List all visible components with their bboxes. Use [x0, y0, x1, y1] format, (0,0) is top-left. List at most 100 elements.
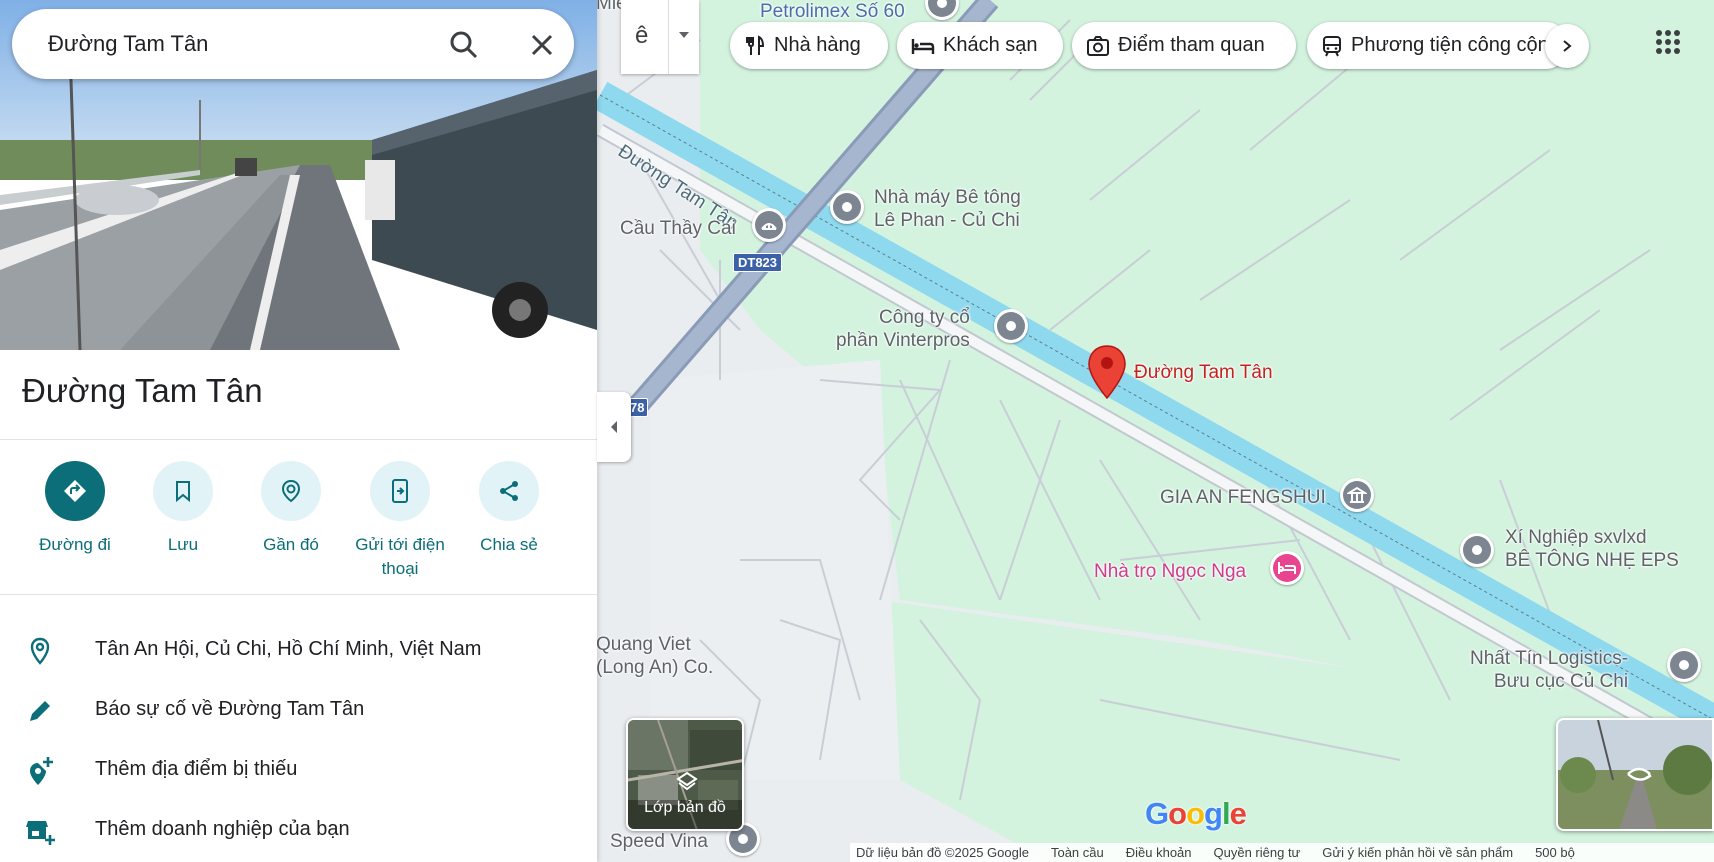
map-label-xi-nghiep[interactable]: Xí Nghiệp sxvlxd BÊ TÔNG NHẸ EPS [1505, 526, 1679, 572]
share-button[interactable] [479, 461, 539, 521]
footer-map-data: Dữ liệu bản đồ ©2025 Google [856, 845, 1029, 860]
info-add-missing-place-text: Thêm địa điểm bị thiếu [95, 758, 298, 780]
bookmark-icon [176, 481, 190, 502]
map-label-cau-thay-cai[interactable]: Cầu Thầy Cai [620, 217, 736, 240]
send-to-phone-label: Gửi tới điện thoại [355, 535, 445, 578]
chevron-down-icon[interactable] [679, 32, 689, 38]
search-button[interactable] [444, 25, 484, 65]
chip-attractions[interactable]: Điểm tham quan [1072, 22, 1296, 69]
search-icon [450, 31, 478, 59]
ime-label: ê [635, 22, 649, 49]
divider-actions [0, 594, 597, 595]
chip-attractions-label: Điểm tham quan [1118, 34, 1265, 56]
pencil-icon [30, 701, 50, 721]
xi-nghiep-pin-icon[interactable] [1460, 533, 1494, 567]
send-to-phone-icon [392, 479, 408, 503]
action-directions[interactable]: Đường đi [20, 461, 130, 557]
search-input[interactable] [48, 9, 428, 79]
google-logo-letter: G [1145, 796, 1169, 831]
search-box[interactable] [12, 9, 574, 79]
bridge-pin-icon[interactable] [752, 208, 786, 242]
selected-location-pin-icon[interactable] [1087, 344, 1127, 400]
camera-icon [1087, 35, 1109, 56]
restaurant-icon [746, 34, 765, 55]
action-nearby[interactable]: Gần đó [236, 461, 346, 557]
apps-grid-icon [1656, 30, 1680, 54]
input-method-toggle[interactable]: ê [621, 0, 699, 74]
chips-next-button[interactable] [1545, 24, 1589, 68]
info-report-issue-text: Báo sự cố về Đường Tam Tân [95, 698, 365, 720]
hotel-icon [911, 38, 935, 54]
chip-transit[interactable]: Phương tiện công cộng [1307, 22, 1569, 69]
directions-button[interactable] [45, 461, 105, 521]
clear-search-button[interactable] [522, 25, 562, 65]
chip-transit-label: Phương tiện công cộng [1351, 34, 1560, 56]
info-address-text: Tân An Hội, Củ Chi, Hồ Chí Minh, Việt Na… [95, 638, 482, 660]
map-footer: Dữ liệu bản đồ ©2025 Google Toàn cầu Điề… [850, 843, 1714, 862]
info-report-issue[interactable]: Báo sự cố về Đường Tam Tân [0, 680, 597, 740]
collapse-panel-button[interactable] [597, 392, 631, 462]
map-label-nha-tro[interactable]: Nhà trọ Ngọc Nga [1094, 560, 1246, 583]
footer-terms-link[interactable]: Điều khoản [1126, 845, 1192, 860]
info-add-missing-place[interactable]: Thêm địa điểm bị thiếu [0, 740, 597, 800]
map-label-petrolimex[interactable]: Petrolimex Số 60 [760, 0, 905, 23]
google-logo-letter: o [1186, 796, 1205, 831]
nha-may-pin-icon[interactable] [830, 190, 864, 224]
gia-an-pin-icon[interactable] [1340, 478, 1374, 512]
place-panel: Đường Tam Tân Đường đi Lưu Gần đó Gửi tớ… [0, 0, 597, 862]
place-title: Đường Tam Tân [22, 372, 263, 409]
location-pin-icon [30, 637, 50, 665]
close-icon [531, 34, 553, 56]
google-logo-letter: e [1229, 796, 1247, 831]
ime-divider [668, 0, 669, 74]
google-logo-letter: o [1168, 796, 1187, 831]
chip-hotels-label: Khách sạn [943, 34, 1038, 56]
directions-label: Đường đi [39, 535, 111, 554]
map-label-nha-may[interactable]: Nhà máy Bê tông Lê Phan - Củ Chi [874, 186, 1021, 232]
footer-feedback-link[interactable]: Gửi ý kiến phản hồi về sản phẩm [1322, 845, 1513, 860]
map-label-gia-an[interactable]: GIA AN FENGSHUI [1160, 486, 1326, 509]
nhat-tin-pin-icon[interactable] [1667, 648, 1701, 682]
vinterpros-pin-icon[interactable] [994, 309, 1028, 343]
info-address[interactable]: Tân An Hội, Củ Chi, Hồ Chí Minh, Việt Na… [0, 620, 597, 680]
map-label-speed-vina[interactable]: Speed Vina [610, 830, 708, 853]
share-icon [500, 481, 518, 501]
add-business-icon [26, 821, 55, 845]
save-button[interactable] [153, 461, 213, 521]
action-save[interactable]: Lưu [128, 461, 238, 557]
action-share[interactable]: Chia sẻ [454, 461, 564, 557]
rotate-360-icon [1627, 767, 1652, 781]
directions-icon [64, 480, 86, 502]
info-add-business-text: Thêm doanh nghiệp của bạn [95, 818, 350, 840]
send-to-phone-button[interactable] [370, 461, 430, 521]
map-label-nhat-tin[interactable]: Nhất Tín Logistics- Bưu cục Củ Chi [1470, 647, 1628, 693]
google-logo: Google [1145, 796, 1247, 832]
map-label-selected-pin[interactable]: Đường Tam Tân [1134, 361, 1273, 384]
chip-restaurants[interactable]: Nhà hàng [730, 22, 888, 69]
nearby-icon [281, 479, 301, 503]
route-badge-dt823: DT823 [733, 253, 783, 272]
chip-restaurants-label: Nhà hàng [774, 34, 861, 56]
nearby-button[interactable] [261, 461, 321, 521]
info-add-business[interactable]: Thêm doanh nghiệp của bạn [0, 800, 597, 860]
caret-left-icon [611, 421, 617, 433]
transit-icon [1323, 35, 1341, 56]
map-layers-button[interactable]: Lớp bản đồ [626, 718, 744, 831]
footer-privacy-link[interactable]: Quyền riêng tư [1214, 845, 1301, 860]
google-logo-letter: g [1204, 796, 1223, 831]
footer-global-link[interactable]: Toàn cầu [1051, 845, 1104, 860]
chevron-right-icon [1563, 40, 1572, 52]
hotel-pin-icon[interactable] [1270, 551, 1304, 585]
save-label: Lưu [167, 535, 199, 554]
street-view-thumbnail[interactable] [1556, 718, 1714, 831]
nearby-label: Gần đó [263, 535, 319, 554]
google-apps-button[interactable] [1648, 22, 1688, 62]
map-label-vinterpros[interactable]: Công ty cổ phần Vinterpros [836, 306, 970, 352]
map-layers-label: Lớp bản đồ [644, 799, 726, 816]
chip-hotels[interactable]: Khách sạn [897, 22, 1063, 69]
add-location-icon [30, 757, 53, 785]
map-label-quang-viet[interactable]: Quang Viet (Long An) Co. [596, 633, 713, 679]
action-send-to-phone[interactable]: Gửi tới điện thoại [345, 461, 455, 581]
share-label: Chia sẻ [480, 535, 538, 554]
footer-scale[interactable]: 500 bộ [1535, 845, 1575, 860]
